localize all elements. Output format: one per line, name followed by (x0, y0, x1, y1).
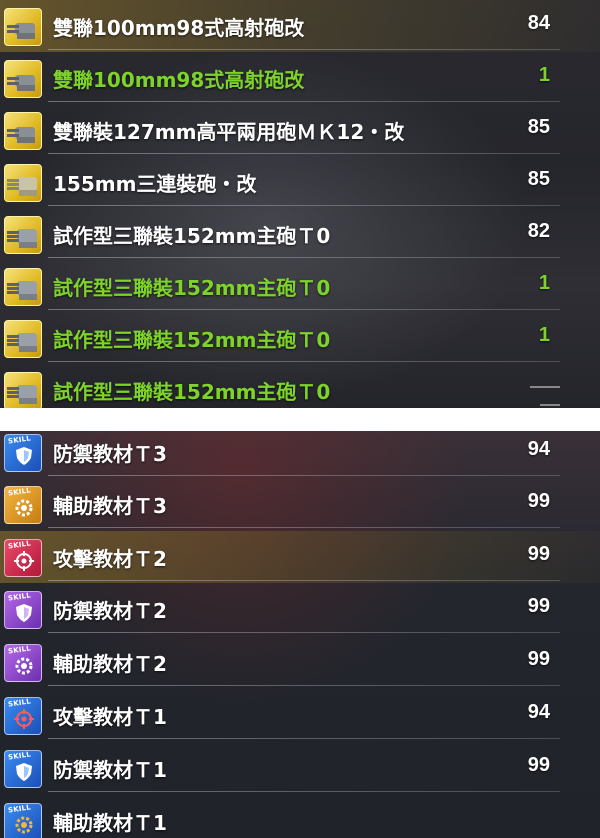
row-divider (48, 49, 560, 50)
skill-book-name: 攻擊教材Ｔ2 (53, 547, 167, 571)
equipment-row[interactable]: 雙聯裝127mm高平兩用砲ＭＫ12・改 85 (0, 104, 600, 156)
gun-turret-icon (4, 112, 42, 150)
equipment-row[interactable]: 155mm三連裝砲・改 85 (0, 156, 600, 208)
shield-icon (16, 763, 32, 781)
skill-tag: SKILL (7, 434, 32, 446)
equipment-count: 85 (527, 116, 550, 138)
gun-turret-icon (4, 372, 42, 408)
row-divider (48, 205, 560, 206)
skill-book-row[interactable]: SKILL 輔助教材Ｔ2 99 (0, 636, 600, 688)
skill-tag: SKILL (7, 644, 32, 656)
shield-icon (16, 604, 32, 622)
skill-book-name: 攻擊教材Ｔ1 (53, 705, 167, 729)
gun-turret-icon (4, 8, 42, 46)
equipment-row[interactable]: 雙聯100mm98式高射砲改 84 (0, 0, 600, 52)
row-divider (48, 632, 560, 633)
skill-book-row[interactable]: SKILL 防禦教材Ｔ1 99 (0, 742, 600, 794)
gear-icon (15, 657, 33, 675)
crosshair-icon (14, 551, 34, 571)
row-divider (48, 257, 560, 258)
equipment-list: 雙聯100mm98式高射砲改 84 雙聯100mm98式高射砲改 1 雙聯裝12… (0, 0, 600, 408)
equipment-name: 試作型三聯裝152mm主砲Ｔ0 (53, 224, 331, 248)
row-divider (48, 685, 560, 686)
crosshair-icon (14, 709, 34, 729)
skill-tag: SKILL (7, 486, 32, 498)
equipment-row[interactable]: 雙聯100mm98式高射砲改 1 (0, 52, 600, 104)
skill-book-icon: SKILL (4, 750, 42, 788)
equipment-row[interactable]: 試作型三聯裝152mm主砲Ｔ0 1 (0, 312, 600, 364)
row-divider (48, 153, 560, 154)
skill-book-row[interactable]: SKILL 防禦教材Ｔ2 99 (0, 583, 600, 635)
skill-book-name: 輔助教材Ｔ2 (53, 652, 167, 676)
equipment-count: 1 (538, 64, 550, 86)
gun-turret-icon (4, 60, 42, 98)
skill-book-list: SKILL 防禦教材Ｔ3 94 SKILL 輔助教材Ｔ3 99 SKILL 攻擊… (0, 431, 600, 838)
skill-book-row[interactable]: SKILL 防禦教材Ｔ3 94 (0, 431, 600, 478)
skill-tag: SKILL (7, 697, 32, 709)
skill-book-row[interactable]: SKILL 輔助教材Ｔ3 99 (0, 478, 600, 530)
scroll-mark (530, 386, 560, 388)
equipment-name: 試作型三聯裝152mm主砲Ｔ0 (53, 380, 331, 404)
skill-book-name: 防禦教材Ｔ1 (53, 758, 167, 782)
row-divider (48, 309, 560, 310)
row-divider (48, 527, 560, 528)
row-divider (48, 580, 560, 581)
equipment-count: 1 (538, 272, 550, 294)
scroll-mark (540, 404, 560, 406)
equipment-name: 雙聯裝127mm高平兩用砲ＭＫ12・改 (53, 120, 405, 144)
equipment-row[interactable]: 試作型三聯裝152mm主砲Ｔ0 (0, 364, 600, 408)
skill-book-icon: SKILL (4, 434, 42, 472)
equipment-count: 82 (527, 220, 550, 242)
skill-book-row[interactable]: SKILL 輔助教材Ｔ1 (0, 795, 600, 838)
skill-tag: SKILL (7, 750, 32, 762)
skill-book-name: 輔助教材Ｔ1 (53, 811, 167, 835)
skill-book-icon: SKILL (4, 803, 42, 838)
skill-book-row[interactable]: SKILL 攻擊教材Ｔ1 94 (0, 689, 600, 741)
skill-book-icon: SKILL (4, 697, 42, 735)
skill-book-row[interactable]: SKILL 攻擊教材Ｔ2 99 (0, 531, 600, 583)
equipment-count: 84 (527, 12, 550, 34)
gun-turret-icon (4, 320, 42, 358)
equipment-name: 試作型三聯裝152mm主砲Ｔ0 (53, 328, 331, 352)
equipment-row[interactable]: 試作型三聯裝152mm主砲Ｔ0 1 (0, 260, 600, 312)
row-divider (48, 361, 560, 362)
skill-book-count: 99 (527, 754, 550, 776)
skill-tag: SKILL (7, 803, 32, 815)
equipment-name: 155mm三連裝砲・改 (53, 172, 257, 196)
skill-book-name: 輔助教材Ｔ3 (53, 494, 167, 518)
equipment-name: 試作型三聯裝152mm主砲Ｔ0 (53, 276, 331, 300)
skill-book-count: 99 (527, 648, 550, 670)
equipment-count: 85 (527, 168, 550, 190)
skill-book-icon: SKILL (4, 591, 42, 629)
row-divider (48, 475, 560, 476)
skill-book-icon: SKILL (4, 644, 42, 682)
skill-tag: SKILL (7, 539, 32, 551)
equipment-name: 雙聯100mm98式高射砲改 (53, 68, 305, 92)
equipment-row[interactable]: 試作型三聯裝152mm主砲Ｔ0 82 (0, 208, 600, 260)
skill-book-icon: SKILL (4, 486, 42, 524)
equipment-name: 雙聯100mm98式高射砲改 (53, 16, 305, 40)
skill-book-count: 99 (527, 543, 550, 565)
skill-book-count: 99 (527, 595, 550, 617)
skill-book-name: 防禦教材Ｔ3 (53, 442, 167, 466)
skill-book-count: 94 (527, 438, 550, 460)
list-gap (0, 386, 600, 431)
skill-tag: SKILL (7, 591, 32, 603)
row-divider (48, 791, 560, 792)
equipment-count: 1 (538, 324, 550, 346)
row-divider (48, 738, 560, 739)
skill-book-count: 99 (527, 490, 550, 512)
gear-icon (15, 816, 33, 834)
gun-turret-icon (4, 216, 42, 254)
gun-turret-icon (4, 164, 42, 202)
row-divider (48, 101, 560, 102)
shield-icon (16, 447, 32, 465)
gear-icon (15, 499, 33, 517)
skill-book-name: 防禦教材Ｔ2 (53, 599, 167, 623)
skill-book-icon: SKILL (4, 539, 42, 577)
skill-book-count: 94 (527, 701, 550, 723)
gun-turret-icon (4, 268, 42, 306)
